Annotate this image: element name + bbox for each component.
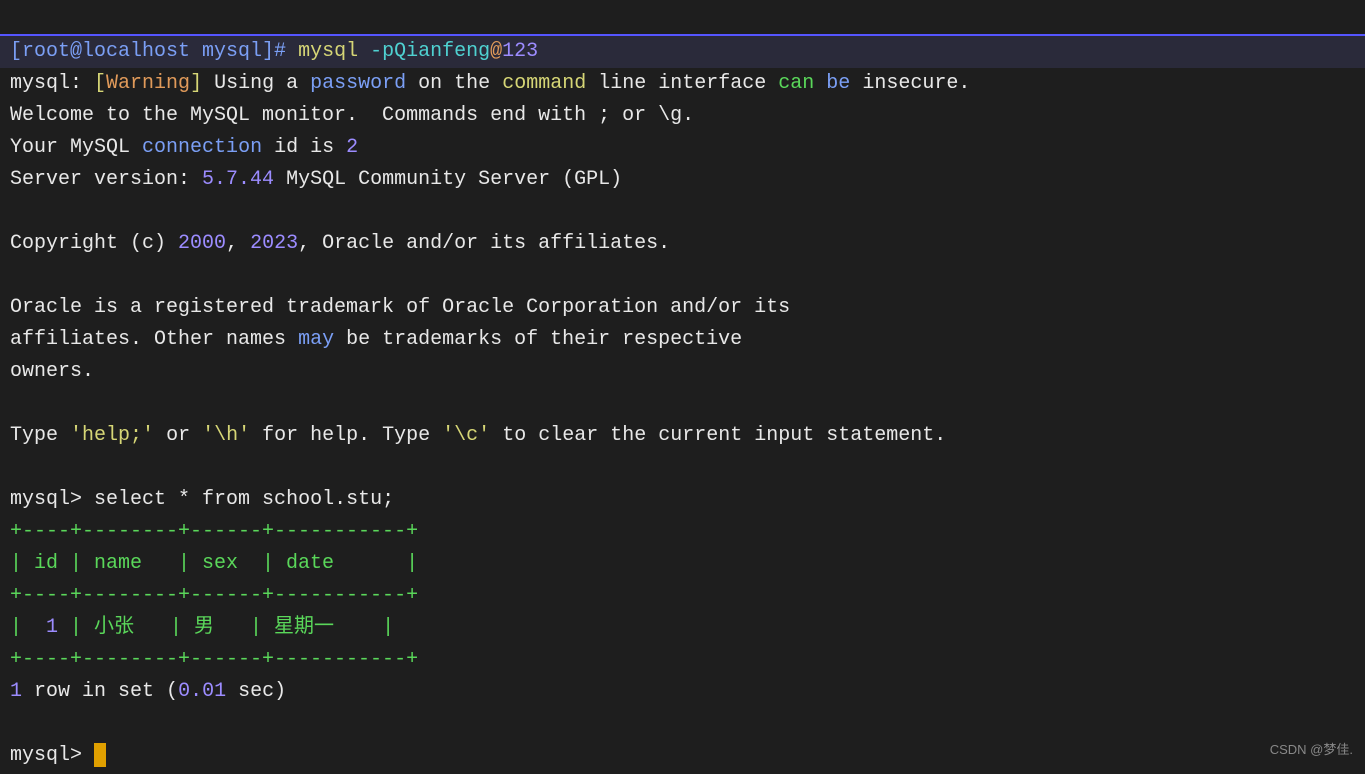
watermark-text: CSDN @梦佳. bbox=[1270, 740, 1353, 761]
help-line: Type 'help;' or '\h' for help. Type '\c'… bbox=[10, 424, 946, 447]
connection-line: Your MySQL connection id is 2 bbox=[10, 136, 358, 159]
trademark-line-3: owners. bbox=[10, 360, 94, 383]
table-border-bottom: +----+--------+------+-----------+ bbox=[10, 648, 418, 671]
cmd-name: mysql bbox=[298, 40, 358, 63]
table-border-top: +----+--------+------+-----------+ bbox=[10, 520, 418, 543]
table-header: | id | name | sex | date | bbox=[10, 552, 418, 575]
mysql-prompt[interactable]: mysql> bbox=[10, 744, 106, 767]
cmd-number: 123 bbox=[502, 40, 538, 63]
warning-line: mysql: [Warning] Using a password on the… bbox=[10, 72, 970, 95]
trademark-line-2: affiliates. Other names may be trademark… bbox=[10, 328, 742, 351]
sql-query-line: mysql> select * from school.stu; bbox=[10, 488, 394, 511]
terminal-output[interactable]: [root@localhost mysql]# mysql -pQianfeng… bbox=[0, 0, 1365, 774]
result-summary: 1 row in set (0.01 sec) bbox=[10, 680, 286, 703]
table-row: | 1 | 小张 | 男 | 星期一 | bbox=[10, 616, 394, 639]
table-border-mid: +----+--------+------+-----------+ bbox=[10, 584, 418, 607]
copyright-line: Copyright (c) 2000, 2023, Oracle and/or … bbox=[10, 232, 670, 255]
command-line: [root@localhost mysql]# mysql -pQianfeng… bbox=[0, 34, 1365, 68]
cmd-flag: -pQianfeng bbox=[370, 40, 490, 63]
welcome-line: Welcome to the MySQL monitor. Commands e… bbox=[10, 104, 694, 127]
server-version-line: Server version: 5.7.44 MySQL Community S… bbox=[10, 168, 622, 191]
trademark-line-1: Oracle is a registered trademark of Orac… bbox=[10, 296, 790, 319]
shell-prompt: [root@localhost mysql]# bbox=[10, 40, 286, 63]
at-sign: @ bbox=[490, 40, 502, 63]
cursor-icon bbox=[94, 743, 106, 767]
